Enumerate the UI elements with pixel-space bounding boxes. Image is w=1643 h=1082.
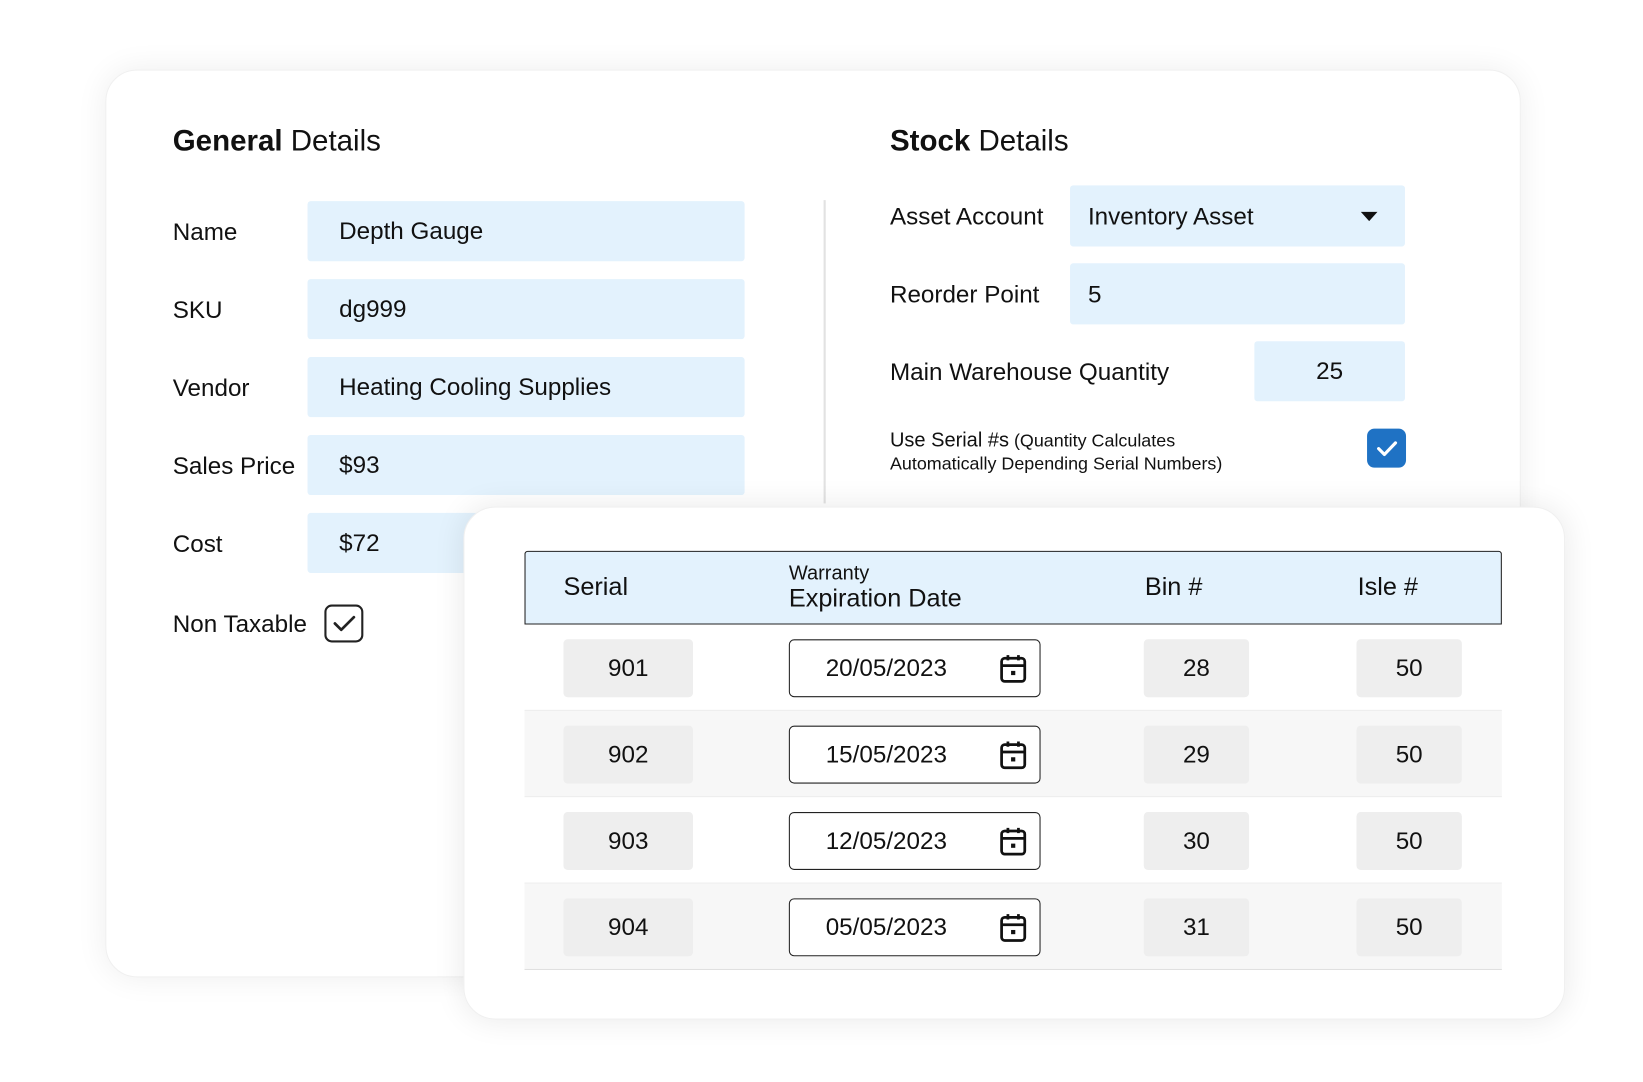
title-rest: Details	[282, 124, 381, 157]
check-icon	[1376, 440, 1397, 456]
isle-cell[interactable]: 50	[1356, 725, 1462, 784]
serial-cell[interactable]: 904	[563, 898, 694, 957]
title-bold: Stock	[889, 124, 971, 157]
serial-cell[interactable]: 902	[563, 725, 694, 784]
sku-input[interactable]: dg999	[307, 279, 745, 340]
vendor-input[interactable]: Heating Cooling Supplies	[307, 357, 745, 418]
date-value: 12/05/2023	[825, 826, 947, 855]
date-value: 20/05/2023	[825, 654, 947, 682]
header-warranty-top: Warranty	[788, 562, 870, 585]
title-rest: Details	[970, 124, 1069, 157]
reorder-point-input[interactable]: 5	[1070, 263, 1405, 325]
bin-cell[interactable]: 30	[1143, 812, 1250, 870]
sku-value: dg999	[339, 294, 407, 323]
non-taxable-checkbox[interactable]	[324, 604, 364, 643]
asset-account-label: Asset Account	[889, 202, 1044, 230]
vendor-label: Vendor	[172, 373, 250, 402]
reorder-point-label: Reorder Point	[889, 280, 1040, 308]
table-header: Serial Warranty Expiration Date Bin # Is…	[524, 550, 1502, 625]
section-divider	[823, 200, 826, 504]
name-label: Name	[172, 218, 238, 246]
bin-cell[interactable]: 31	[1143, 898, 1250, 957]
serial-cell[interactable]: 901	[563, 639, 694, 698]
isle-cell[interactable]: 50	[1356, 639, 1462, 698]
vendor-value: Heating Cooling Supplies	[339, 372, 612, 401]
header-warranty-bottom: Expiration Date	[788, 584, 962, 613]
warranty-date-input[interactable]: 20/05/2023	[788, 639, 1041, 698]
warranty-date-input[interactable]: 15/05/2023	[788, 725, 1041, 784]
header-isle: Isle #	[1357, 572, 1419, 602]
header-serial: Serial	[563, 572, 629, 602]
stock-details-title: Stock Details	[890, 124, 1069, 158]
cost-label: Cost	[172, 529, 223, 558]
date-value: 15/05/2023	[825, 740, 947, 768]
reorder-point-value: 5	[1087, 279, 1102, 308]
general-details-title: General Details	[173, 124, 381, 158]
asset-account-value: Inventory Asset	[1087, 201, 1254, 230]
cost-value: $72	[339, 528, 380, 557]
name-input[interactable]: Depth Gauge	[307, 201, 745, 262]
warranty-date-input[interactable]: 05/05/2023	[788, 898, 1041, 957]
asset-account-select[interactable]: Inventory Asset	[1070, 185, 1405, 247]
sales-price-value: $93	[339, 450, 380, 479]
sales-price-label: Sales Price	[172, 451, 296, 480]
non-taxable-label: Non Taxable	[172, 609, 307, 638]
sales-price-input[interactable]: $93	[307, 434, 745, 496]
table-row: 902 15/05/2023 29 50	[524, 710, 1502, 798]
calendar-icon[interactable]	[999, 827, 1027, 856]
calendar-icon[interactable]	[999, 654, 1027, 683]
use-serial-note: (Quantity Calculates	[1008, 430, 1176, 451]
calendar-icon[interactable]	[999, 913, 1027, 942]
use-serial-text: Use Serial #s	[889, 429, 1009, 452]
bin-cell[interactable]: 28	[1143, 639, 1250, 698]
main-warehouse-input[interactable]: 25	[1254, 341, 1405, 402]
caret-down-icon	[1360, 211, 1378, 222]
date-value: 05/05/2023	[825, 913, 947, 941]
bin-cell[interactable]: 29	[1143, 725, 1250, 784]
table-row: 901 20/05/2023 28 50	[524, 624, 1502, 711]
warranty-date-input[interactable]: 12/05/2023	[788, 812, 1041, 870]
name-value: Depth Gauge	[339, 216, 484, 245]
serial-cell[interactable]: 903	[563, 812, 694, 870]
main-warehouse-label: Main Warehouse Quantity	[889, 358, 1170, 386]
calendar-icon[interactable]	[999, 740, 1027, 770]
table-row: 904 05/05/2023 31 50	[524, 883, 1502, 970]
header-warranty: Warranty Expiration Date	[789, 561, 962, 612]
use-serial-label: Use Serial #s (Quantity Calculates Autom…	[890, 430, 1222, 476]
title-bold: General	[172, 124, 283, 157]
header-bin: Bin #	[1144, 572, 1203, 602]
sku-label: SKU	[172, 295, 223, 324]
check-icon	[333, 615, 355, 632]
isle-cell[interactable]: 50	[1356, 898, 1462, 957]
use-serial-checkbox[interactable]	[1367, 428, 1407, 468]
isle-cell[interactable]: 50	[1356, 812, 1462, 870]
main-warehouse-value: 25	[1316, 357, 1344, 385]
use-serial-note-2: Automatically Depending Serial Numbers)	[889, 453, 1223, 474]
table-row: 903 12/05/2023 30 50	[524, 797, 1502, 884]
